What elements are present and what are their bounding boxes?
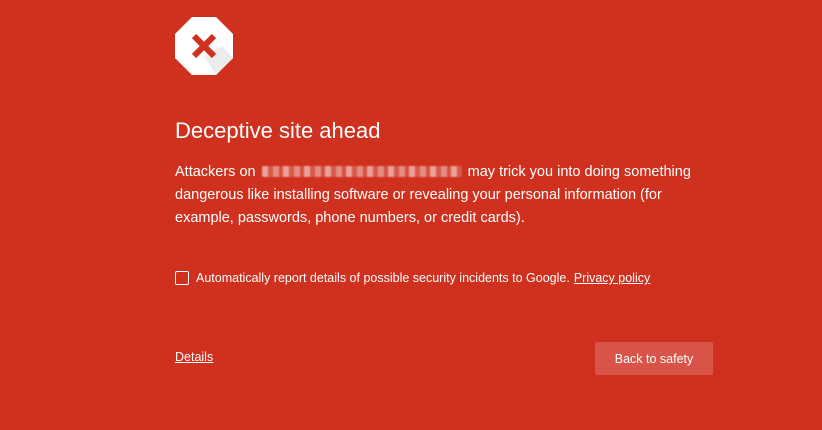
- message-prefix: Attackers on: [175, 164, 256, 180]
- privacy-policy-link[interactable]: Privacy policy: [574, 271, 650, 285]
- stop-x-icon: [174, 16, 234, 76]
- redacted-url: [261, 166, 462, 177]
- report-option: Automatically report details of possible…: [175, 271, 650, 285]
- back-to-safety-button[interactable]: Back to safety: [595, 342, 713, 375]
- warning-message: Attackers on may trick you into doing so…: [175, 161, 715, 230]
- details-link[interactable]: Details: [175, 350, 213, 364]
- report-checkbox[interactable]: [175, 271, 189, 285]
- page-title: Deceptive site ahead: [175, 118, 381, 143]
- report-label: Automatically report details of possible…: [196, 271, 570, 285]
